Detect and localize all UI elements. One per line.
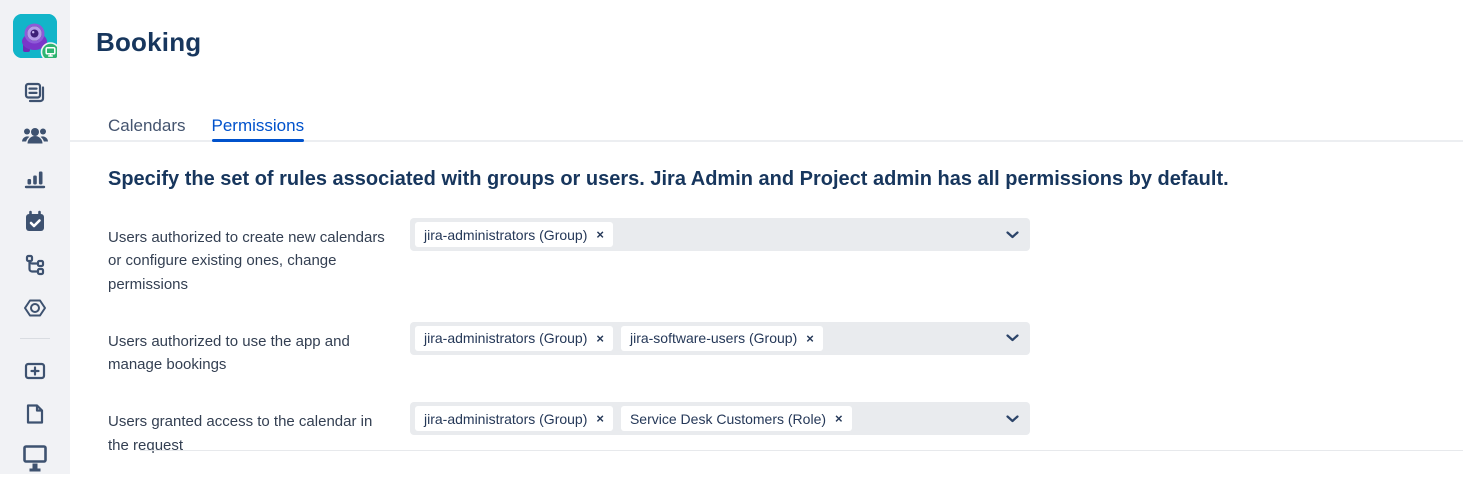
selected-tag: jira-administrators (Group) × <box>415 326 613 351</box>
tab-calendars[interactable]: Calendars <box>108 116 186 140</box>
selected-tag: jira-administrators (Group) × <box>415 222 613 247</box>
sidebar-item-monitor[interactable] <box>13 435 57 478</box>
tab-bar: Calendars Permissions <box>70 116 1463 142</box>
selected-tag: jira-software-users (Group) × <box>621 326 823 351</box>
chevron-down-icon[interactable] <box>1006 231 1019 239</box>
chevron-down-icon[interactable] <box>1006 334 1019 342</box>
multiselect-create-calendars[interactable]: jira-administrators (Group) × <box>410 218 1030 251</box>
remove-tag-icon[interactable]: × <box>596 228 604 241</box>
tab-permissions[interactable]: Permissions <box>212 116 305 140</box>
remove-tag-icon[interactable]: × <box>596 412 604 425</box>
field-label: Users authorized to use the app and mana… <box>108 322 410 377</box>
form-row-use-app: Users authorized to use the app and mana… <box>108 322 1030 377</box>
sidebar-nav <box>13 71 57 478</box>
sidebar-item-add-panel[interactable] <box>13 349 57 392</box>
booking-app-logo-icon <box>13 14 57 58</box>
remove-tag-icon[interactable]: × <box>596 332 604 345</box>
bottom-divider <box>140 450 1463 451</box>
main-content: Booking Calendars Permissions Specify th… <box>70 0 1463 474</box>
monitor-icon <box>21 442 49 472</box>
form-row-create-calendars: Users authorized to create new calendars… <box>108 218 1030 296</box>
hierarchy-icon <box>22 252 48 278</box>
hexagon-settings-icon <box>21 295 49 321</box>
chevron-down-icon[interactable] <box>1006 415 1019 423</box>
people-icon <box>21 123 49 149</box>
add-panel-icon <box>22 358 48 384</box>
field-label: Users authorized to create new calendars… <box>108 218 410 296</box>
sidebar-item-calendar[interactable] <box>13 200 57 243</box>
calendar-check-icon <box>22 209 48 235</box>
document-icon <box>22 401 48 427</box>
permissions-form: Users authorized to create new calendars… <box>108 218 1030 483</box>
tag-label: jira-administrators (Group) <box>424 330 587 346</box>
bar-chart-icon <box>22 166 48 192</box>
logo-monitor-badge <box>42 43 58 58</box>
sidebar <box>0 0 70 474</box>
tag-label: jira-administrators (Group) <box>424 227 587 243</box>
tag-label: Service Desk Customers (Role) <box>630 411 826 427</box>
sidebar-divider <box>20 338 50 339</box>
sidebar-item-pages[interactable] <box>13 71 57 114</box>
field-label: Users granted access to the calendar in … <box>108 402 410 457</box>
multiselect-use-app[interactable]: jira-administrators (Group) × jira-softw… <box>410 322 1030 355</box>
selected-tag: Service Desk Customers (Role) × <box>621 406 852 431</box>
section-heading: Specify the set of rules associated with… <box>108 168 1443 191</box>
tag-label: jira-administrators (Group) <box>424 411 587 427</box>
tag-label: jira-software-users (Group) <box>630 330 797 346</box>
remove-tag-icon[interactable]: × <box>835 412 843 425</box>
booking-app-logo[interactable] <box>13 14 57 58</box>
sidebar-item-document[interactable] <box>13 392 57 435</box>
sidebar-item-reports[interactable] <box>13 157 57 200</box>
form-row-calendar-access: Users granted access to the calendar in … <box>108 402 1030 457</box>
pages-icon <box>22 80 48 106</box>
selected-tag: jira-administrators (Group) × <box>415 406 613 431</box>
sidebar-item-structure[interactable] <box>13 243 57 286</box>
multiselect-calendar-access[interactable]: jira-administrators (Group) × Service De… <box>410 402 1030 435</box>
sidebar-item-people[interactable] <box>13 114 57 157</box>
remove-tag-icon[interactable]: × <box>806 332 814 345</box>
page-title: Booking <box>96 27 201 58</box>
sidebar-item-settings[interactable] <box>13 286 57 329</box>
